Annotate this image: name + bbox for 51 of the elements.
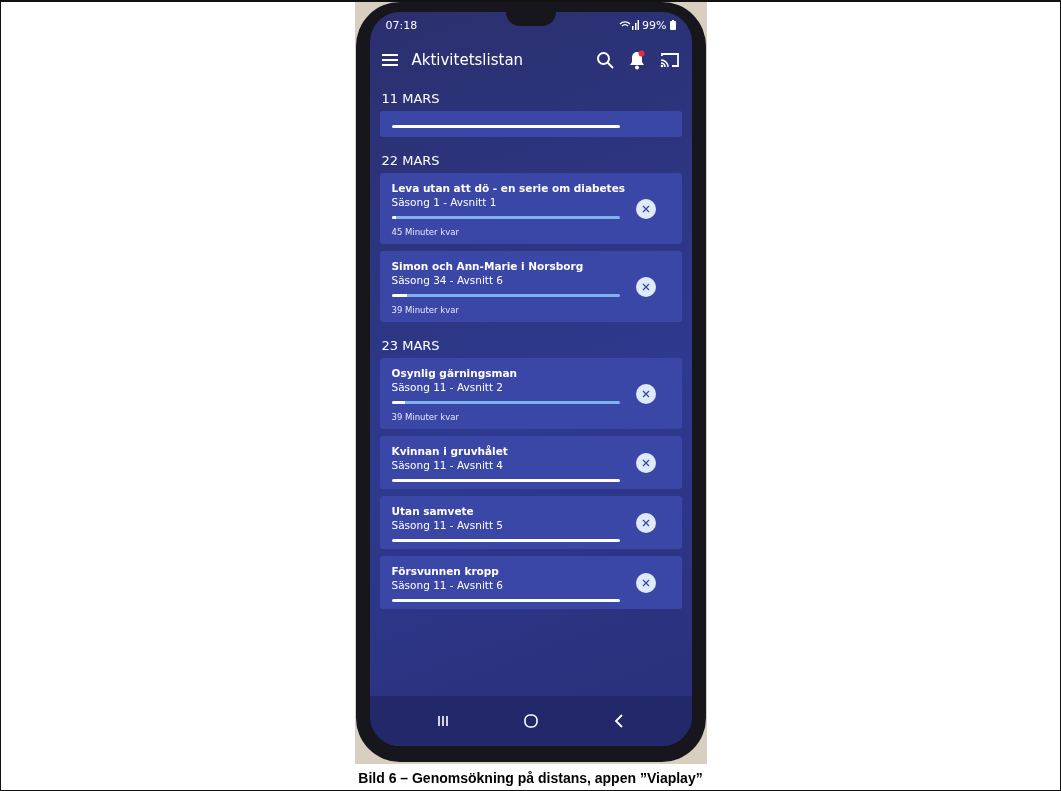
signal-icon xyxy=(619,20,640,30)
close-button[interactable] xyxy=(635,573,656,593)
episode-card[interactable]: Osynlig gärningsman Säsong 11 - Avsnitt 2 39 Minuter kvar xyxy=(379,358,682,429)
close-button[interactable] xyxy=(635,199,656,219)
battery-percent: 99% xyxy=(642,18,667,32)
close-icon xyxy=(641,390,650,398)
show-title: Osynlig gärningsman xyxy=(391,366,518,380)
close-button[interactable] xyxy=(635,384,656,404)
cast-icon[interactable] xyxy=(659,52,680,68)
close-button[interactable] xyxy=(635,453,656,473)
episode-label: Säsong 11 - Avsnitt 6 xyxy=(391,578,505,592)
show-title: Simon och Ann-Marie i Norsborg xyxy=(391,259,585,273)
battery-icon xyxy=(669,20,676,30)
episode-card[interactable]: Utan samvete Säsong 11 - Avsnitt 5 xyxy=(379,496,682,549)
episode-label: Säsong 11 - Avsnitt 5 xyxy=(391,518,505,532)
time-remaining: 39 Minuter kvar xyxy=(391,412,460,422)
close-icon xyxy=(641,459,650,467)
menu-icon[interactable] xyxy=(381,54,398,66)
notification-bell-icon[interactable] xyxy=(627,50,646,70)
clock: 07:18 xyxy=(385,18,418,32)
search-icon[interactable] xyxy=(595,51,614,69)
time-remaining: 39 Minuter kvar xyxy=(391,305,460,315)
time-remaining: 45 Minuter kvar xyxy=(391,227,460,237)
close-icon xyxy=(641,579,650,587)
camera-notch xyxy=(505,12,556,26)
episode-label: Säsong 34 - Avsnitt 6 xyxy=(391,273,505,287)
close-button[interactable] xyxy=(635,513,656,533)
close-icon xyxy=(641,205,650,213)
show-title: Leva utan att dö - en serie om diabetes xyxy=(391,181,626,195)
home-icon[interactable] xyxy=(524,714,539,728)
show-title: Kvinnan i gruvhålet xyxy=(391,444,509,458)
episode-card[interactable]: Försvunnen kropp Säsong 11 - Avsnitt 6 xyxy=(379,556,682,609)
figure-caption: Bild 6 – Genomsökning på distans, appen ”Viaplay” xyxy=(358,770,703,786)
close-button[interactable] xyxy=(635,277,656,297)
date-header: 23 MARS xyxy=(380,337,441,355)
episode-card[interactable] xyxy=(379,111,682,137)
show-title: Försvunnen kropp xyxy=(391,564,500,578)
screen-title: Aktivitetslistan xyxy=(411,51,525,69)
episode-label: Säsong 11 - Avsnitt 4 xyxy=(391,458,505,472)
episode-label: Säsong 11 - Avsnitt 2 xyxy=(391,380,505,394)
episode-card[interactable]: Leva utan att dö - en serie om diabetes Säsong 1 - Avsnitt 1 45 Minuter kvar xyxy=(379,173,682,244)
recent-apps-icon[interactable] xyxy=(437,715,450,727)
show-title: Utan samvete xyxy=(391,504,475,518)
close-icon xyxy=(641,283,650,291)
episode-label: Säsong 1 - Avsnitt 1 xyxy=(391,195,498,209)
back-icon[interactable] xyxy=(613,714,624,728)
episode-card[interactable]: Kvinnan i gruvhålet Säsong 11 - Avsnitt 4 xyxy=(379,436,682,489)
episode-card[interactable]: Simon och Ann-Marie i Norsborg Säsong 34 - Avsnitt 6 39 Minuter kvar xyxy=(379,251,682,322)
close-icon xyxy=(641,519,650,527)
date-header: 11 MARS xyxy=(380,90,441,108)
date-header: 22 MARS xyxy=(380,152,441,170)
